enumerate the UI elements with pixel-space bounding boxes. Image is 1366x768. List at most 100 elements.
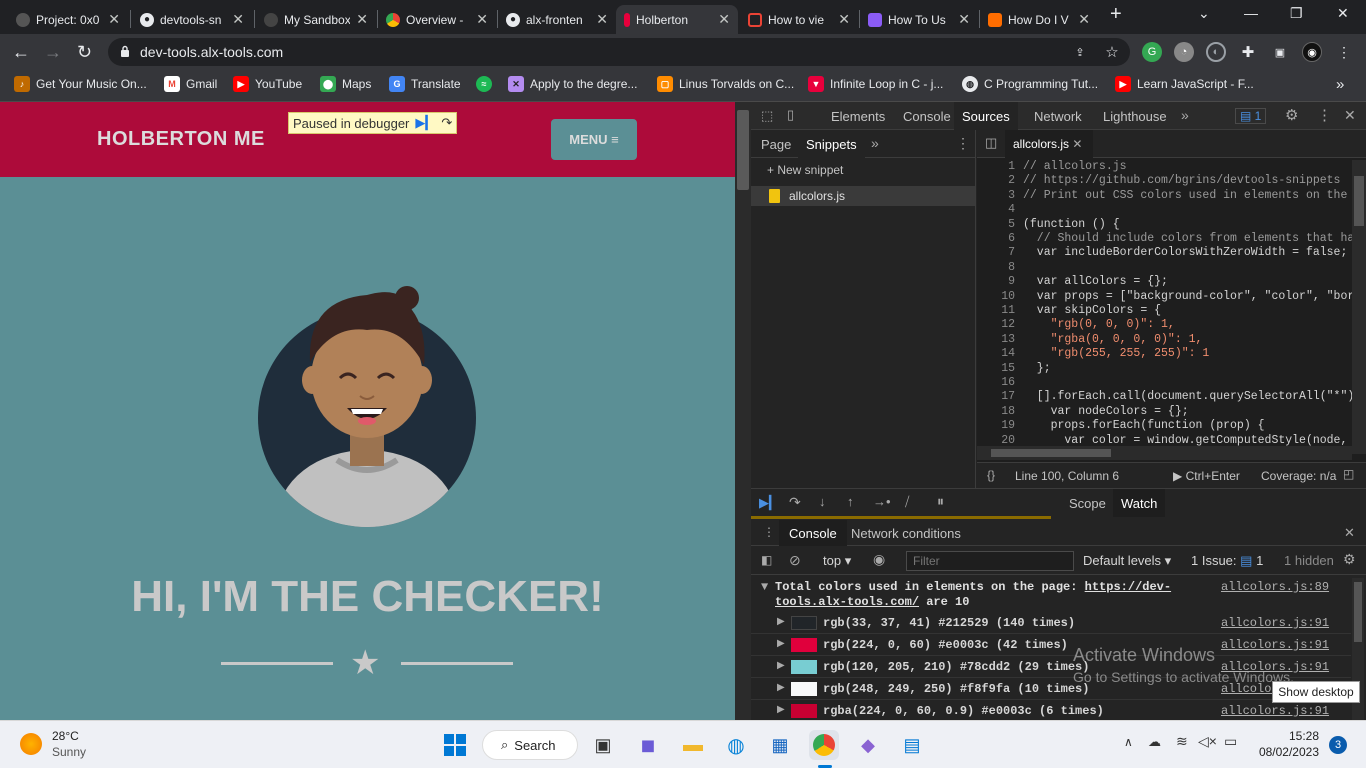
issues-badge[interactable]: ▤ 1: [1235, 108, 1267, 124]
run-snippet[interactable]: ▶ Ctrl+Enter: [1173, 469, 1240, 483]
bookmark-item[interactable]: ▢ Linus Torvalds on C...: [657, 74, 794, 94]
wifi-icon[interactable]: ≋: [1176, 733, 1188, 750]
page-scrollbar[interactable]: [735, 102, 751, 720]
resume-icon[interactable]: ▶▎: [759, 495, 779, 511]
coverage-icon[interactable]: ◰: [1343, 467, 1354, 481]
source-link[interactable]: allcolors.js:91: [1221, 616, 1329, 630]
browser-tab[interactable]: Project: 0x0 ✕: [8, 5, 128, 34]
browser-tab[interactable]: How Do I V ✕: [980, 5, 1098, 34]
resume-icon[interactable]: ▶▎: [415, 115, 435, 131]
code-line[interactable]: // Print out CSS colors used in elements…: [1023, 189, 1366, 203]
issues-counter[interactable]: 1 Issue: ▤ 1: [1191, 553, 1263, 569]
side-panel-icon[interactable]: ▣: [1270, 42, 1290, 62]
drawer-tab-network-conditions[interactable]: Network conditions: [851, 526, 961, 541]
drawer-resizer[interactable]: [751, 516, 1051, 519]
console-row[interactable]: ▶ rgb(33, 37, 41) #212529 (140 times) al…: [751, 612, 1351, 634]
step-out-icon[interactable]: ↑: [847, 494, 854, 509]
extensions-puzzle-icon[interactable]: ✚: [1238, 42, 1258, 62]
toggle-navigator-icon[interactable]: ◫: [985, 135, 997, 151]
tab-scope[interactable]: Scope: [1069, 496, 1106, 511]
restore-icon[interactable]: ❐: [1290, 5, 1303, 22]
file-explorer-icon[interactable]: ▬: [678, 730, 708, 760]
scrollbar-thumb[interactable]: [737, 110, 749, 190]
scrollbar-thumb[interactable]: [1354, 176, 1364, 226]
close-icon[interactable]: ✕: [1072, 137, 1082, 151]
console-row[interactable]: ▶ rgb(224, 0, 60) #e0003c (42 times) all…: [751, 634, 1351, 656]
code-line[interactable]: var skipColors = {: [1023, 304, 1161, 318]
snippet-file-item[interactable]: allcolors.js: [751, 186, 975, 206]
deactivate-breakpoints-icon[interactable]: ⧸: [905, 494, 909, 510]
store-icon[interactable]: ▦: [765, 730, 795, 760]
code-line[interactable]: // Should include colors from elements t…: [1023, 232, 1366, 246]
new-snippet-button[interactable]: + New snippet: [767, 163, 843, 177]
close-drawer-icon[interactable]: ✕: [1344, 525, 1355, 541]
tab-search-icon[interactable]: ⌄: [1198, 5, 1210, 22]
battery-icon[interactable]: ▭: [1224, 733, 1237, 750]
editor-hscrollbar[interactable]: [977, 446, 1352, 460]
code-line[interactable]: };: [1023, 362, 1051, 376]
close-icon[interactable]: ✕: [958, 11, 970, 28]
close-icon[interactable]: ✕: [838, 11, 850, 28]
code-line[interactable]: var allColors = {};: [1023, 275, 1168, 289]
expand-triangle-icon[interactable]: ▶: [777, 660, 785, 672]
drawer-menu-icon[interactable]: ⋮: [763, 525, 775, 539]
eye-icon[interactable]: ◉: [873, 551, 885, 568]
close-icon[interactable]: ✕: [232, 11, 244, 28]
more-icon[interactable]: »: [871, 135, 879, 151]
navigator-menu-icon[interactable]: ⋮: [956, 135, 970, 152]
source-link[interactable]: allcolors.js:89: [1221, 580, 1329, 594]
tray-chevron-icon[interactable]: ∧: [1124, 735, 1133, 749]
drawer-tab-console[interactable]: Console: [779, 520, 847, 546]
tab-network[interactable]: Network: [1034, 109, 1082, 124]
console-row[interactable]: ▶ rgba(224, 0, 60, 0.9) #e0003c (6 times…: [751, 700, 1351, 722]
expand-triangle-icon[interactable]: ▶: [777, 616, 785, 628]
task-view-icon[interactable]: ▣: [588, 730, 618, 760]
code-line[interactable]: var includeBorderColorsWithZeroWidth = f…: [1023, 246, 1348, 260]
console-group-header[interactable]: ▼ Total colors used in elements on the p…: [751, 578, 1351, 610]
browser-tab[interactable]: Overview - ✕: [378, 5, 496, 34]
clear-console-icon[interactable]: ⊘: [789, 552, 801, 569]
more-tabs-icon[interactable]: »: [1181, 107, 1189, 123]
console-row[interactable]: ▶ rgb(120, 205, 210) #78cdd2 (29 times) …: [751, 656, 1351, 678]
scrollbar-thumb[interactable]: [1354, 582, 1362, 642]
forward-icon[interactable]: →: [44, 42, 62, 62]
tab-snippets[interactable]: Snippets: [798, 130, 865, 158]
close-icon[interactable]: ✕: [1078, 11, 1090, 28]
close-icon[interactable]: ✕: [718, 11, 730, 28]
address-bar[interactable]: dev-tools.alx-tools.com: [108, 38, 1130, 66]
menu-kebab-icon[interactable]: ⋮: [1334, 42, 1354, 62]
tab-lighthouse[interactable]: Lighthouse: [1103, 109, 1167, 124]
clock-time[interactable]: 15:28: [1263, 729, 1319, 743]
browser-tab[interactable]: How to vie ✕: [740, 5, 858, 34]
back-icon[interactable]: ←: [12, 42, 30, 62]
bookmark-item[interactable]: ⬤ Maps: [320, 74, 371, 94]
browser-tab-active[interactable]: Holberton ✕: [616, 5, 738, 34]
levels-select[interactable]: Default levels ▾: [1083, 553, 1171, 569]
step-icon[interactable]: →•: [873, 494, 891, 509]
devtools-menu-icon[interactable]: ⋮: [1317, 106, 1332, 124]
avatar[interactable]: ◉: [1302, 42, 1322, 62]
bookmark-item[interactable]: ✕ Apply to the degre...: [508, 74, 637, 94]
console-filter-input[interactable]: [906, 551, 1074, 571]
bookmark-item[interactable]: ♪ Get Your Music On...: [14, 74, 147, 94]
code-line[interactable]: "rgb(0, 0, 0)": 1,: [1023, 318, 1175, 332]
source-link[interactable]: allcolors.js:91: [1221, 660, 1329, 674]
window-close-icon[interactable]: ✕: [1337, 5, 1349, 22]
volume-icon[interactable]: ◁×: [1198, 733, 1217, 750]
expand-triangle-icon[interactable]: ▶: [777, 638, 785, 650]
weather-temp[interactable]: 28°C: [52, 729, 79, 743]
close-icon[interactable]: ✕: [108, 11, 120, 28]
editor-tab[interactable]: allcolors.js ✕: [1005, 130, 1093, 158]
code-line[interactable]: props.forEach(function (prop) {: [1023, 419, 1265, 433]
start-icon[interactable]: [440, 730, 470, 760]
bookmarks-overflow-icon[interactable]: »: [1336, 74, 1344, 94]
sidebar-toggle-icon[interactable]: ◧: [761, 553, 772, 567]
step-over-icon[interactable]: ↷: [789, 494, 801, 511]
inspect-icon[interactable]: ⬚: [761, 108, 773, 124]
expand-triangle-icon[interactable]: ▼: [761, 580, 768, 594]
teams-icon[interactable]: ◼: [633, 730, 663, 760]
code-line[interactable]: [].forEach.call(document.querySelectorAl…: [1023, 390, 1361, 404]
app-icon[interactable]: ◆: [853, 730, 883, 760]
bookmark-star-icon[interactable]: ☆: [1102, 42, 1122, 62]
extension-circle-icon[interactable]: ◐: [1206, 42, 1226, 62]
